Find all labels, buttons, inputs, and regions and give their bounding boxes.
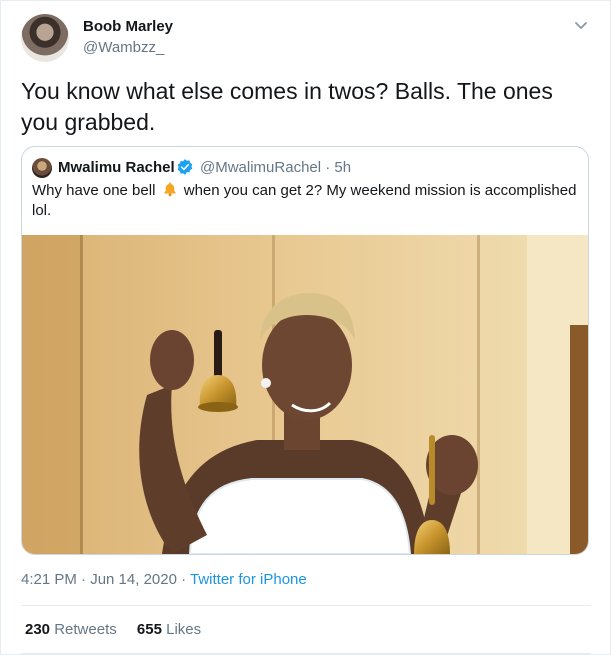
- author-avatar[interactable]: [21, 14, 69, 62]
- quoted-photo[interactable]: [22, 235, 588, 554]
- quoted-author-avatar[interactable]: [32, 158, 52, 178]
- tweet-timestamp: 4:21 PM · Jun 14, 2020 · Twitter for iPh…: [21, 571, 307, 588]
- quoted-tweet-text: Why have one bell when you can get 2? My…: [32, 181, 580, 221]
- divider: [21, 605, 591, 606]
- quoted-text-part-1: Why have one bell: [32, 182, 156, 199]
- retweets-label: Retweets: [54, 621, 117, 638]
- likes-count: 655: [136, 621, 162, 638]
- bell-emoji-icon: [163, 182, 176, 197]
- likes-label: Likes: [166, 621, 202, 638]
- chevron-down-icon[interactable]: [571, 15, 591, 35]
- verified-badge-icon: [177, 159, 193, 175]
- divider: [21, 653, 591, 654]
- author-handle[interactable]: @Wambzz_: [83, 39, 164, 56]
- source-link[interactable]: Twitter for iPhone: [190, 571, 307, 588]
- likes-stat[interactable]: 655 Likes: [137, 621, 201, 638]
- retweets-count: 230: [25, 621, 51, 638]
- quoted-author-display-name[interactable]: Mwalimu Rachel: [58, 159, 175, 176]
- quoted-tweet[interactable]: Mwalimu Rachel @MwalimuRachel · 5h Why h…: [21, 146, 589, 555]
- tweet-stats: 230 Retweets 655 Likes: [25, 621, 217, 638]
- author-display-name[interactable]: Boob Marley: [83, 18, 173, 35]
- tweet-text: You know what else comes in twos? Balls.…: [21, 78, 553, 135]
- time-date[interactable]: 4:21 PM · Jun 14, 2020 ·: [21, 571, 190, 588]
- retweets-stat[interactable]: 230 Retweets: [25, 621, 117, 638]
- quoted-handle-time[interactable]: @MwalimuRachel · 5h: [200, 159, 351, 176]
- tweet-card: Boob Marley @Wambzz_ You know what else …: [0, 0, 611, 655]
